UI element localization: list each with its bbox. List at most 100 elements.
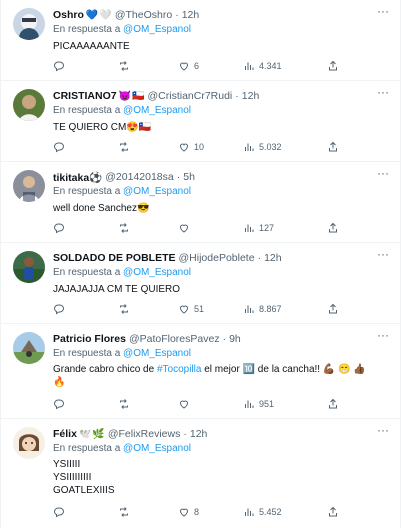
- user-handle[interactable]: @CristianCr7Rudi: [148, 90, 233, 102]
- more-options-icon[interactable]: ···: [376, 248, 390, 263]
- reply-tweet[interactable]: tikitaka⚽ @20142018sa · 5h ··· En respue…: [1, 162, 401, 243]
- timestamp[interactable]: 12h: [242, 90, 260, 102]
- reply-tweet[interactable]: Félix 🕊️ 🌿 @FelixReviews · 12h ··· En re…: [1, 419, 401, 528]
- retweet-button[interactable]: [118, 504, 130, 520]
- like-button[interactable]: 51: [178, 301, 204, 317]
- reply-button[interactable]: [53, 396, 65, 412]
- reply-prefix: En respuesta a: [53, 105, 121, 116]
- share-button[interactable]: [327, 301, 339, 317]
- avatar[interactable]: [13, 332, 45, 364]
- reply-icon: [53, 142, 64, 153]
- reply-to-mention[interactable]: @OM_Espanol: [123, 348, 191, 359]
- tweet-header: SOLDADO DE POBLETE @HijodePoblete · 12h: [53, 251, 372, 265]
- retweet-button[interactable]: [118, 139, 130, 155]
- reply-tweet[interactable]: SOLDADO DE POBLETE @HijodePoblete · 12h …: [1, 243, 401, 324]
- display-name[interactable]: Patricio Flores: [53, 333, 126, 345]
- reply-prefix: En respuesta a: [53, 267, 121, 278]
- view-count: 8.867: [259, 304, 282, 314]
- action-bar: 6 4.341: [53, 58, 388, 74]
- reply-context: En respuesta a @OM_Espanol: [53, 186, 191, 197]
- retweet-button[interactable]: [118, 301, 130, 317]
- like-button[interactable]: 10: [178, 139, 204, 155]
- avatar[interactable]: [13, 170, 45, 202]
- heart-icon: [179, 62, 189, 71]
- reply-to-mention[interactable]: @OM_Espanol: [123, 105, 191, 116]
- views-button[interactable]: 5.032: [243, 139, 282, 155]
- views-button[interactable]: 4.341: [243, 58, 282, 74]
- timestamp[interactable]: 12h: [182, 9, 200, 21]
- user-handle[interactable]: @20142018sa: [105, 171, 173, 183]
- timestamp[interactable]: 9h: [229, 333, 241, 345]
- share-button[interactable]: [327, 58, 339, 74]
- avatar[interactable]: [13, 89, 45, 121]
- timestamp[interactable]: 5h: [183, 171, 195, 183]
- reply-to-mention[interactable]: @OM_Espanol: [123, 186, 191, 197]
- separator-dot: ·: [257, 252, 262, 264]
- like-button[interactable]: 6: [178, 58, 199, 74]
- display-name[interactable]: Félix: [53, 428, 77, 440]
- like-count: 51: [194, 304, 205, 314]
- display-name[interactable]: CRISTIANO7: [53, 90, 117, 102]
- views-chart-icon: [245, 224, 254, 232]
- views-chart-icon: [245, 508, 254, 516]
- reply-icon: [53, 507, 64, 518]
- retweet-button[interactable]: [118, 396, 130, 412]
- share-icon: [329, 222, 337, 233]
- reply-to-mention[interactable]: @OM_Espanol: [123, 24, 191, 35]
- reply-context: En respuesta a @OM_Espanol: [53, 443, 191, 454]
- timestamp[interactable]: 12h: [190, 428, 208, 440]
- avatar[interactable]: [13, 427, 45, 459]
- more-options-icon[interactable]: ···: [376, 329, 390, 344]
- action-bar: 951: [53, 396, 388, 412]
- reply-tweet[interactable]: Oshro 💙 🤍 @TheOshro · 12h ··· En respues…: [1, 0, 401, 81]
- views-button[interactable]: 8.867: [243, 301, 282, 317]
- reply-to-mention[interactable]: @OM_Espanol: [123, 267, 191, 278]
- share-icon: [329, 141, 337, 152]
- reply-button[interactable]: [53, 139, 65, 155]
- display-name[interactable]: tikitaka⚽: [53, 171, 102, 184]
- reply-button[interactable]: [53, 220, 65, 236]
- more-options-icon[interactable]: ···: [376, 424, 390, 439]
- tweet-header: Félix 🕊️ 🌿 @FelixReviews · 12h: [53, 427, 372, 441]
- views-button[interactable]: 5.452: [243, 504, 282, 520]
- reply-icon: [53, 304, 64, 315]
- retweet-button[interactable]: [118, 220, 130, 236]
- share-button[interactable]: [327, 139, 339, 155]
- reply-button[interactable]: [53, 58, 65, 74]
- tweet-header: Oshro 💙 🤍 @TheOshro · 12h: [53, 8, 372, 22]
- reply-button[interactable]: [53, 504, 65, 520]
- more-options-icon[interactable]: ···: [376, 86, 390, 101]
- views-button[interactable]: 951: [243, 396, 274, 412]
- like-button[interactable]: [178, 220, 194, 236]
- more-options-icon[interactable]: ···: [376, 167, 390, 182]
- separator-dot: ·: [175, 9, 179, 21]
- share-button[interactable]: [327, 220, 339, 236]
- reply-button[interactable]: [53, 301, 65, 317]
- retweet-button[interactable]: [118, 58, 130, 74]
- reply-to-mention[interactable]: @OM_Espanol: [123, 443, 191, 454]
- user-handle[interactable]: @HijodePoblete: [179, 252, 255, 264]
- display-name[interactable]: SOLDADO DE POBLETE: [53, 252, 176, 264]
- avatar[interactable]: [13, 8, 45, 40]
- user-handle[interactable]: @TheOshro: [115, 9, 172, 21]
- like-button[interactable]: [178, 396, 194, 412]
- dove-emoji-icon: 🕊️: [78, 428, 92, 440]
- user-handle[interactable]: @FelixReviews: [108, 428, 181, 440]
- more-options-icon[interactable]: ···: [376, 5, 390, 20]
- display-name[interactable]: Oshro: [53, 9, 84, 21]
- reply-icon: [53, 61, 64, 72]
- name-emoji-badges: 💙 🤍: [86, 10, 112, 21]
- user-handle[interactable]: @PatoFloresPavez: [129, 333, 220, 345]
- share-button[interactable]: [327, 396, 339, 412]
- timestamp[interactable]: 12h: [264, 252, 282, 264]
- tweet-text-line: TE QUIERO CM😍🇨🇱: [53, 122, 152, 133]
- share-button[interactable]: [327, 504, 339, 520]
- view-count: 4.341: [259, 61, 282, 71]
- heart-icon: [179, 143, 189, 152]
- like-button[interactable]: 8: [178, 504, 199, 520]
- views-button[interactable]: 127: [243, 220, 274, 236]
- retweet-icon: [120, 399, 128, 409]
- avatar[interactable]: [13, 251, 45, 283]
- reply-tweet[interactable]: CRISTIANO7 😈 🇨🇱 @CristianCr7Rudi · 12h ·…: [1, 81, 401, 162]
- reply-tweet[interactable]: Patricio Flores @PatoFloresPavez · 9h ··…: [1, 324, 401, 419]
